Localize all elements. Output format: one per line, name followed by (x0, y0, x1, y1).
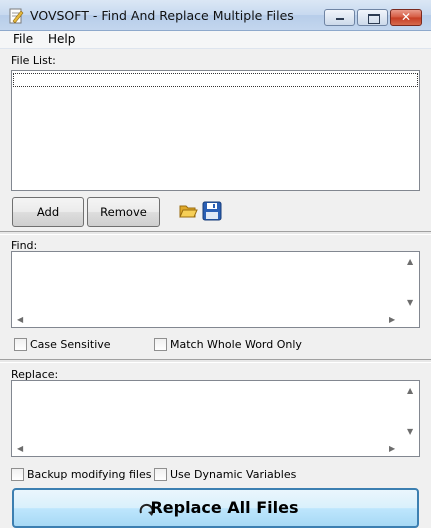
whole-word-checkbox[interactable] (154, 338, 167, 351)
section-divider-2 (0, 359, 431, 363)
replace-all-button[interactable]: Replace All Files (12, 488, 419, 528)
app-icon (8, 8, 24, 24)
save-icon (202, 201, 222, 221)
close-button[interactable]: ✕ (390, 9, 422, 26)
scroll-left-icon[interactable]: ◀ (17, 315, 23, 324)
save-list-button[interactable] (202, 201, 222, 221)
replace-all-label: Replace All Files (150, 498, 299, 517)
maximize-button[interactable] (357, 9, 388, 26)
menu-file[interactable]: File (13, 32, 33, 46)
maximize-icon (368, 14, 380, 24)
dynamic-variables-label: Use Dynamic Variables (170, 468, 297, 481)
section-divider-1 (0, 231, 431, 235)
scroll-down-icon[interactable]: ▼ (407, 427, 413, 436)
scroll-right-icon[interactable]: ▶ (389, 444, 395, 453)
window-title: VOVSOFT - Find And Replace Multiple File… (30, 8, 294, 23)
dynamic-variables-checkbox[interactable] (154, 468, 167, 481)
backup-label: Backup modifying files (27, 468, 152, 481)
open-list-button[interactable] (178, 201, 198, 221)
scroll-down-icon[interactable]: ▼ (407, 298, 413, 307)
find-vertical-scrollbar[interactable]: ▲ ▼ (403, 252, 419, 312)
minimize-button[interactable] (324, 9, 355, 26)
whole-word-label: Match Whole Word Only (170, 338, 302, 351)
case-sensitive-checkbox[interactable] (14, 338, 27, 351)
scroll-left-icon[interactable]: ◀ (17, 444, 23, 453)
scroll-up-icon[interactable]: ▲ (407, 257, 413, 266)
replace-horizontal-scrollbar[interactable]: ◀ ▶ (12, 442, 402, 456)
scroll-right-icon[interactable]: ▶ (389, 315, 395, 324)
scroll-up-icon[interactable]: ▲ (407, 386, 413, 395)
file-list-focus-row (13, 73, 418, 87)
file-list-box[interactable] (11, 70, 420, 191)
minimize-icon (336, 18, 344, 20)
add-button[interactable]: Add (12, 197, 84, 227)
case-sensitive-label: Case Sensitive (30, 338, 111, 351)
find-horizontal-scrollbar[interactable]: ◀ ▶ (12, 313, 402, 327)
menu-help[interactable]: Help (48, 32, 75, 46)
remove-button[interactable]: Remove (87, 197, 160, 227)
backup-checkbox[interactable] (11, 468, 24, 481)
replace-vertical-scrollbar[interactable]: ▲ ▼ (403, 381, 419, 441)
folder-open-icon (179, 205, 198, 218)
close-icon: ✕ (400, 10, 412, 24)
file-list-label: File List: (11, 54, 56, 67)
